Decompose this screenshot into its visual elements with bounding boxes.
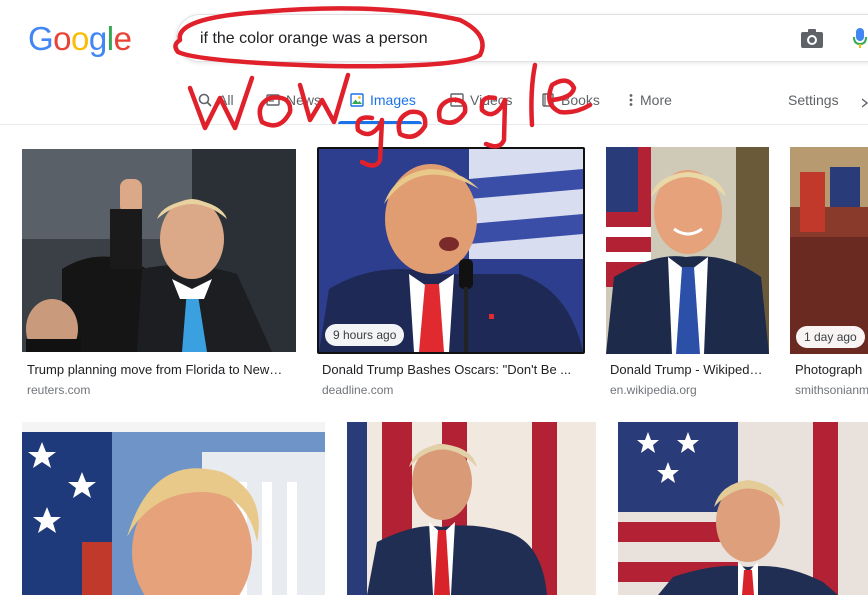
chevron-icon: [861, 96, 868, 108]
tab-label: Videos: [470, 92, 513, 108]
result-caption[interactable]: Trump planning move from Florida to New…: [27, 362, 293, 377]
video-icon: [450, 93, 464, 107]
logo-letter: G: [28, 20, 54, 57]
tab-label: News: [286, 92, 322, 108]
result-image[interactable]: [606, 147, 769, 354]
result-caption[interactable]: Photograph: [795, 362, 868, 377]
logo-letter: e: [113, 20, 132, 57]
book-icon: [542, 93, 554, 107]
news-icon: [266, 94, 280, 106]
logo-letter: o: [53, 20, 72, 57]
result-caption[interactable]: Donald Trump Bashes Oscars: "Don't Be ..…: [322, 362, 584, 377]
header-divider: [0, 124, 868, 125]
result-source: smithsonianm: [795, 383, 868, 397]
result-image[interactable]: 1 day ago: [790, 147, 868, 354]
result-source: deadline.com: [322, 383, 394, 397]
time-badge: 1 day ago: [796, 326, 865, 348]
tab-more[interactable]: More: [628, 92, 672, 108]
more-vert-icon: [629, 94, 633, 106]
tab-all[interactable]: All: [198, 92, 234, 108]
result-image[interactable]: [347, 422, 596, 595]
tab-label: All: [218, 92, 234, 108]
tab-news[interactable]: News: [266, 92, 321, 108]
camera-icon[interactable]: [800, 27, 824, 54]
image-icon: [350, 93, 364, 107]
search-input[interactable]: if the color orange was a person: [200, 30, 428, 48]
logo-letter: l: [106, 20, 114, 57]
result-caption[interactable]: Donald Trump - Wikiped…: [610, 362, 768, 377]
tab-images[interactable]: Images: [350, 92, 416, 108]
result-image-selected[interactable]: 9 hours ago: [317, 147, 585, 354]
mic-icon[interactable]: [853, 27, 867, 54]
result-image[interactable]: [22, 422, 325, 595]
tab-label: Books: [561, 92, 600, 108]
tab-label: Images: [370, 92, 416, 108]
google-logo[interactable]: Google: [28, 20, 132, 58]
logo-letter: g: [88, 20, 107, 57]
search-icon: [198, 93, 212, 107]
result-image[interactable]: [618, 422, 868, 595]
logo-letter: o: [71, 20, 89, 57]
settings-link[interactable]: Settings: [788, 92, 839, 108]
tab-label: More: [640, 92, 672, 108]
result-source: reuters.com: [27, 383, 91, 397]
result-image[interactable]: [22, 149, 296, 352]
tab-videos[interactable]: Videos: [450, 92, 513, 108]
time-badge: 9 hours ago: [325, 324, 405, 346]
tab-books[interactable]: Books: [541, 92, 600, 108]
result-source: en.wikipedia.org: [610, 383, 697, 397]
